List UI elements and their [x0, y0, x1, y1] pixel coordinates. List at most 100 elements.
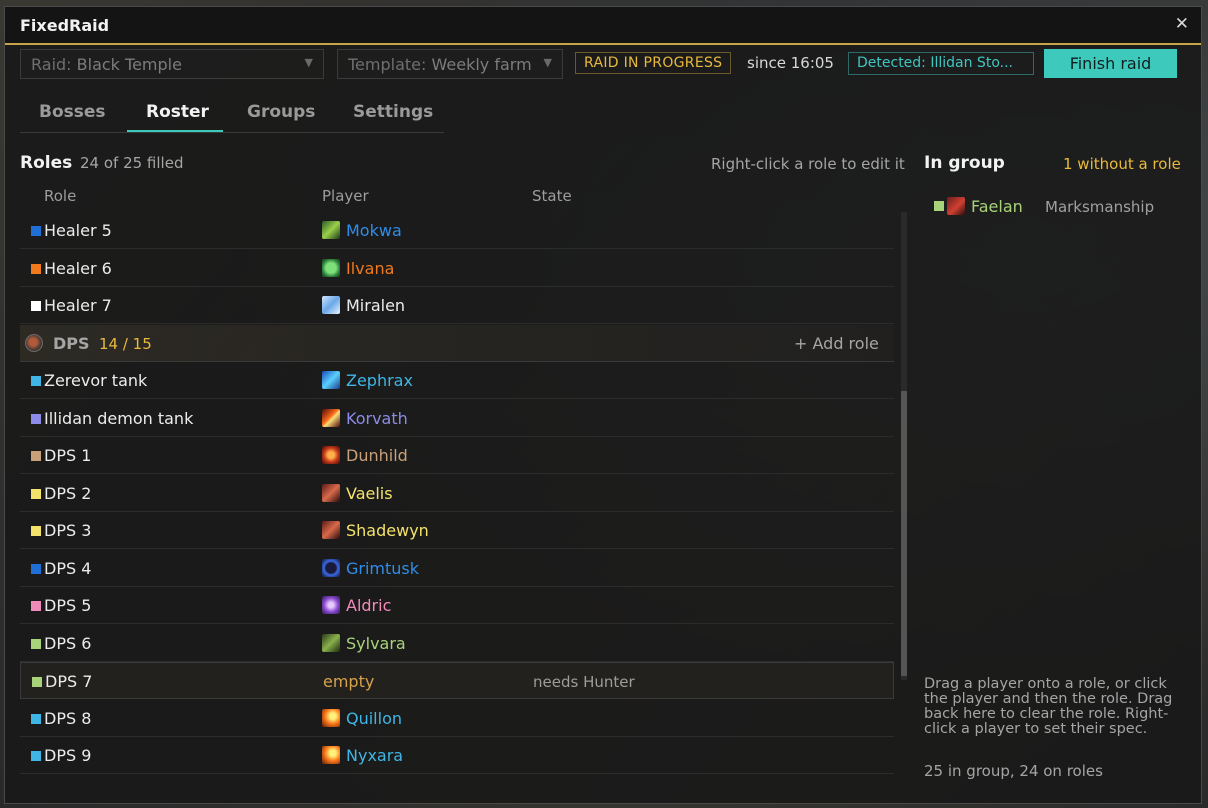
role-name: DPS 8 — [44, 708, 92, 728]
raid-start-time: since 16:05 — [747, 54, 834, 72]
rogue-icon — [322, 483, 340, 502]
tab-groups[interactable]: Groups — [247, 102, 315, 122]
fire-slash-icon — [322, 408, 340, 427]
role-name: DPS 3 — [44, 521, 92, 540]
fireball-icon — [322, 708, 340, 727]
holy-icon — [322, 296, 340, 314]
role-row[interactable]: Illidan demon tank Korvath — [20, 400, 894, 437]
player-name[interactable]: Ilvana — [346, 259, 394, 278]
dps-section-icon — [25, 333, 43, 352]
role-row[interactable]: DPS 2 Vaelis — [20, 475, 894, 512]
chevron-down-icon: ▼ — [543, 56, 552, 69]
role-row[interactable]: Healer 7 Miralen — [20, 287, 894, 324]
role-name: Illidan demon tank — [44, 408, 194, 428]
raid-dropdown-value: Black Temple — [76, 55, 182, 74]
player-name[interactable]: Shadewyn — [346, 521, 429, 540]
add-role-button[interactable]: + Add role — [794, 334, 879, 353]
column-header-role: Role — [44, 187, 77, 205]
role-row[interactable]: DPS 3 Shadewyn — [20, 512, 894, 549]
template-dropdown[interactable]: Template: Weekly farm ▼ — [337, 49, 563, 79]
role-color-swatch — [31, 601, 41, 611]
player-name[interactable]: Nyxara — [346, 746, 403, 765]
template-dropdown-value: Weekly farm — [431, 55, 532, 74]
member-spec: Marksmanship — [1045, 198, 1155, 216]
role-row[interactable]: DPS 8 Quillon — [20, 700, 894, 737]
template-dropdown-label: Template: — [348, 55, 427, 74]
finish-raid-button[interactable]: Finish raid — [1044, 49, 1177, 78]
in-group-heading: In group — [924, 153, 1005, 173]
tab-bosses[interactable]: Bosses — [39, 102, 106, 122]
role-name: DPS 9 — [44, 746, 92, 765]
fireball-icon — [322, 746, 340, 764]
unassigned-count: 1 without a role — [1063, 155, 1181, 173]
shield-icon — [322, 558, 340, 577]
role-name: DPS 7 — [45, 672, 93, 691]
role-row[interactable]: DPS 5 Aldric — [20, 587, 894, 624]
player-name[interactable]: Sylvara — [346, 634, 406, 653]
tab-bar: Bosses Roster Groups Settings — [20, 96, 444, 133]
tab-roster[interactable]: Roster — [146, 102, 209, 122]
raid-status-badge: RAID IN PROGRESS — [575, 52, 732, 74]
role-color-swatch — [31, 563, 41, 574]
chevron-down-icon: ▼ — [304, 56, 313, 69]
roles-heading: Roles — [20, 153, 73, 173]
role-list[interactable]: Healer 5 Mokwa Healer 6 Ilvana Healer 7 Miral… — [20, 212, 896, 790]
role-color-swatch — [31, 713, 41, 724]
role-state: needs Hunter — [533, 673, 635, 691]
player-name[interactable]: Mokwa — [346, 221, 402, 240]
empty-slot-label[interactable]: empty — [323, 672, 374, 691]
role-name: Zerevor tank — [44, 371, 148, 390]
role-color-swatch — [31, 751, 41, 761]
role-row[interactable]: DPS 1 Dunhild — [20, 437, 894, 474]
player-name[interactable]: Grimtusk — [346, 559, 419, 578]
dps-section-header[interactable]: DPS 14 / 15 + Add role — [20, 324, 894, 362]
hunter-icon — [947, 197, 965, 215]
drag-help-text: Drag a player onto a role, or click the … — [924, 676, 1173, 737]
group-member-faelan[interactable]: Faelan Marksmanship — [934, 195, 1174, 217]
role-color-swatch — [31, 376, 41, 386]
role-color-swatch — [31, 301, 41, 311]
role-color-swatch — [31, 526, 41, 536]
role-list-scroll-thumb[interactable] — [901, 391, 907, 676]
role-row[interactable]: DPS 6 Sylvara — [20, 625, 894, 662]
rage-icon — [322, 446, 340, 464]
close-icon[interactable]: ✕ — [1175, 14, 1189, 34]
section-name: DPS — [53, 333, 90, 353]
role-color-swatch — [31, 451, 41, 461]
roles-edit-hint: Right-click a role to edit it — [711, 155, 905, 173]
role-name: DPS 6 — [44, 633, 92, 653]
role-row[interactable]: Healer 6 Ilvana — [20, 250, 894, 287]
player-name[interactable]: Korvath — [346, 409, 408, 428]
player-name[interactable]: Miralen — [346, 296, 405, 315]
player-name[interactable]: Quillon — [346, 709, 402, 728]
column-header-state: State — [532, 187, 572, 205]
player-name[interactable]: Aldric — [346, 596, 391, 615]
nature-icon — [322, 221, 340, 239]
role-name: DPS 4 — [44, 558, 92, 578]
player-name[interactable]: Zephrax — [346, 371, 413, 390]
detected-boss-badge: Detected: Illidan Sto... — [848, 52, 1034, 75]
role-name: DPS 2 — [44, 483, 92, 503]
title-bar[interactable]: FixedRaid ✕ — [5, 7, 1201, 45]
section-count: 14 / 15 — [99, 334, 152, 353]
role-row[interactable]: DPS 9 Nyxara — [20, 737, 894, 774]
role-color-swatch — [31, 638, 41, 649]
role-row[interactable]: DPS 7 empty needs Hunter — [20, 662, 894, 699]
role-name: Healer 7 — [44, 296, 112, 315]
group-summary: 25 in group, 24 on roles — [924, 762, 1103, 780]
role-color-swatch — [32, 677, 42, 687]
role-color-swatch — [31, 226, 41, 236]
class-swatch — [934, 201, 944, 211]
tab-settings[interactable]: Settings — [353, 102, 433, 122]
role-row[interactable]: Zerevor tank Zephrax — [20, 362, 894, 399]
window-title: FixedRaid — [20, 16, 110, 35]
player-name[interactable]: Dunhild — [346, 446, 408, 465]
raid-dropdown[interactable]: Raid: Black Temple ▼ — [20, 49, 324, 79]
role-name: Healer 6 — [44, 258, 112, 278]
role-row[interactable]: Healer 5 Mokwa — [20, 212, 894, 249]
player-name[interactable]: Vaelis — [346, 484, 393, 503]
raid-dropdown-label: Raid: — [31, 55, 72, 74]
role-row[interactable]: DPS 4 Grimtusk — [20, 550, 894, 587]
role-name: Healer 5 — [44, 221, 112, 240]
column-header-player: Player — [322, 187, 369, 205]
